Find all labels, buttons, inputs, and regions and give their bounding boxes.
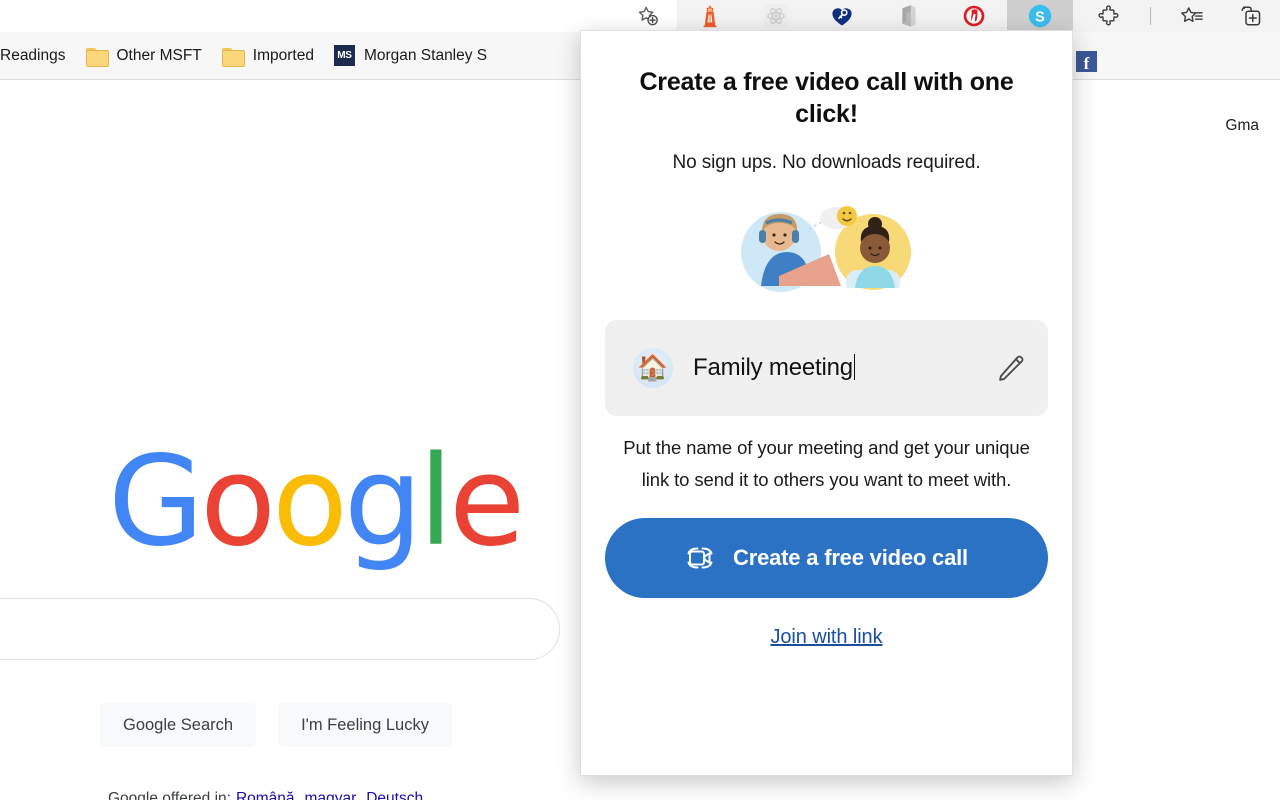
star-add-icon bbox=[638, 6, 658, 26]
bookmark-label: Readings bbox=[0, 46, 66, 64]
toolbar-divider bbox=[1150, 7, 1152, 25]
create-video-call-button[interactable]: Create a free video call bbox=[605, 517, 1048, 598]
address-bar-area[interactable] bbox=[0, 0, 677, 32]
lastpass-extension-icon bbox=[832, 8, 852, 26]
extensions-strip: S bbox=[677, 0, 1073, 32]
house-emoji-icon: 🏠 bbox=[633, 348, 673, 388]
google-buttons: Google Search I'm Feeling Lucky bbox=[100, 703, 452, 747]
bookmark-label: Other MSFT bbox=[116, 46, 202, 64]
extension-adblock-button[interactable] bbox=[941, 0, 1007, 32]
lang-link-magyar[interactable]: magyar bbox=[305, 790, 357, 800]
extension-office-button[interactable] bbox=[875, 0, 941, 32]
logo-letter: G bbox=[108, 430, 204, 574]
add-to-favorites-button[interactable] bbox=[627, 0, 669, 32]
extension-skype-button[interactable]: S bbox=[1007, 0, 1073, 32]
google-logo: Google bbox=[108, 430, 525, 574]
pencil-icon[interactable] bbox=[996, 353, 1026, 383]
adblock-extension-icon bbox=[963, 5, 985, 27]
favorites-star-icon bbox=[1181, 7, 1203, 23]
video-call-illustration bbox=[740, 206, 911, 292]
browser-right-tools bbox=[1080, 0, 1280, 32]
logo-letter: l bbox=[418, 430, 454, 574]
logo-letter: o bbox=[200, 430, 276, 574]
browser-toolbar: S bbox=[0, 0, 1280, 32]
create-video-call-label: Create a free video call bbox=[733, 544, 968, 570]
screen: Gma Google Google Search I'm Feeling Luc… bbox=[0, 0, 1280, 800]
bookmark-readings[interactable]: Readings bbox=[0, 43, 76, 69]
meeting-name-input[interactable]: Family meeting bbox=[693, 354, 976, 382]
video-camera-icon bbox=[687, 547, 713, 569]
meeting-name-value: Family meeting bbox=[693, 354, 853, 381]
text-caret bbox=[853, 354, 856, 380]
lang-link-deutsch[interactable]: Deutsch bbox=[366, 790, 423, 800]
offered-prefix: Google offered in: bbox=[108, 790, 231, 800]
office-extension-icon bbox=[902, 5, 916, 27]
extensions-puzzle-icon bbox=[1098, 5, 1119, 26]
skype-meet-now-popup: Create a free video call with one click!… bbox=[580, 30, 1073, 776]
extension-react-devtools-button[interactable] bbox=[743, 0, 809, 32]
bookmark-other-msft[interactable]: Other MSFT bbox=[76, 43, 212, 69]
logo-letter: g bbox=[343, 430, 423, 574]
favorites-button[interactable] bbox=[1174, 0, 1210, 32]
popup-title: Create a free video call with one click! bbox=[639, 68, 1014, 128]
logo-letter: e bbox=[449, 430, 525, 574]
svg-text:S: S bbox=[1035, 9, 1045, 25]
folder-icon bbox=[85, 47, 109, 67]
collections-icon bbox=[1241, 6, 1260, 26]
extension-lastpass-button[interactable] bbox=[809, 0, 875, 32]
logo-letter: o bbox=[271, 430, 348, 574]
meeting-name-field[interactable]: 🏠 Family meeting bbox=[605, 320, 1048, 416]
feeling-lucky-button[interactable]: I'm Feeling Lucky bbox=[278, 703, 452, 747]
bookmark-morgan-stanley[interactable]: MS Morgan Stanley S bbox=[324, 41, 497, 70]
lighthouse-extension-icon bbox=[703, 5, 717, 28]
extension-lighthouse-button[interactable] bbox=[677, 0, 743, 32]
facebook-icon[interactable]: f bbox=[1076, 51, 1097, 72]
skype-extension-icon: S bbox=[1028, 4, 1052, 28]
gmail-link[interactable]: Gma bbox=[1225, 117, 1259, 135]
popup-subtitle: No sign ups. No downloads required. bbox=[672, 152, 981, 173]
google-search-input[interactable] bbox=[0, 598, 560, 660]
ms-icon: MS bbox=[333, 45, 355, 66]
bookmark-label: Imported bbox=[252, 46, 314, 64]
join-with-link[interactable]: Join with link bbox=[605, 626, 1048, 649]
extensions-button[interactable] bbox=[1091, 0, 1127, 32]
bookmark-label: Morgan Stanley S bbox=[363, 46, 488, 64]
folder-icon bbox=[221, 47, 245, 67]
react-devtools-icon bbox=[764, 4, 788, 28]
collections-button[interactable] bbox=[1233, 0, 1269, 32]
bookmark-imported[interactable]: Imported bbox=[212, 43, 324, 69]
lang-link-romana[interactable]: Română bbox=[236, 790, 295, 800]
popup-helper-text: Put the name of your meeting and get you… bbox=[623, 437, 1030, 490]
google-offered-in: Google offered in: Română magyar Deutsch bbox=[108, 790, 428, 800]
google-search-button[interactable]: Google Search bbox=[100, 703, 257, 747]
